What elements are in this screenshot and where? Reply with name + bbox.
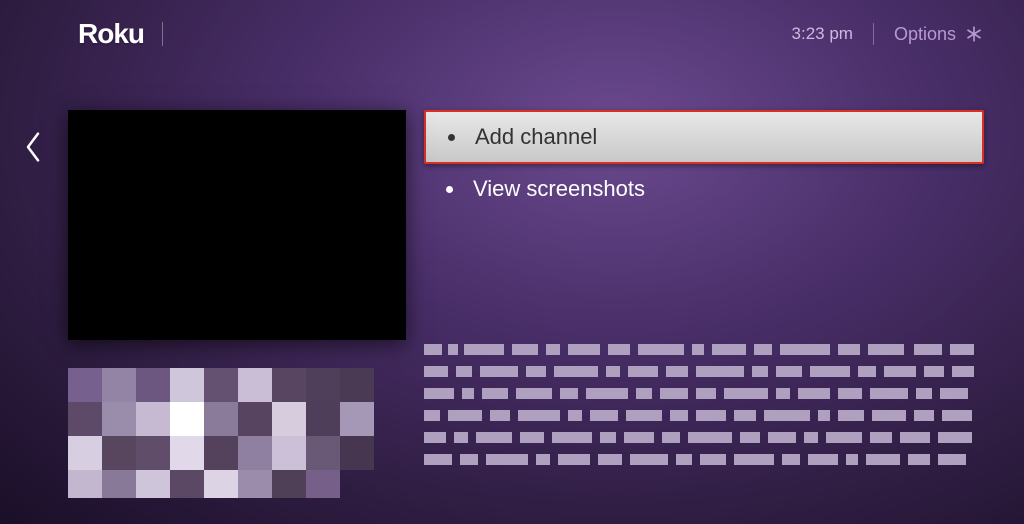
pixelated-info-left [68,348,406,483]
bullet-icon [448,134,455,141]
header-right: 3:23 pm Options [792,23,984,45]
header-bar: Roku 3:23 pm Options [0,0,1024,60]
options-button[interactable]: Options [894,24,984,45]
header-divider [873,23,874,45]
menu-item-label: View screenshots [473,176,645,202]
asterisk-icon [964,24,984,44]
right-column: Add channel View screenshots [424,110,984,506]
logo-area: Roku [78,18,163,50]
left-column [68,110,406,506]
menu-item-view-screenshots[interactable]: View screenshots [424,164,984,214]
roku-logo: Roku [78,18,144,50]
thumbnail-inner [120,158,355,278]
back-arrow[interactable] [20,130,46,506]
content-area: Add channel View screenshots [0,60,1024,506]
clock-time: 3:23 pm [792,24,853,44]
bullet-icon [446,186,453,193]
logo-divider [162,22,163,46]
options-label: Options [894,24,956,45]
menu-item-add-channel[interactable]: Add channel [424,110,984,164]
pixelated-description [424,336,984,506]
menu-item-label: Add channel [475,124,597,150]
channel-thumbnail [68,110,406,340]
